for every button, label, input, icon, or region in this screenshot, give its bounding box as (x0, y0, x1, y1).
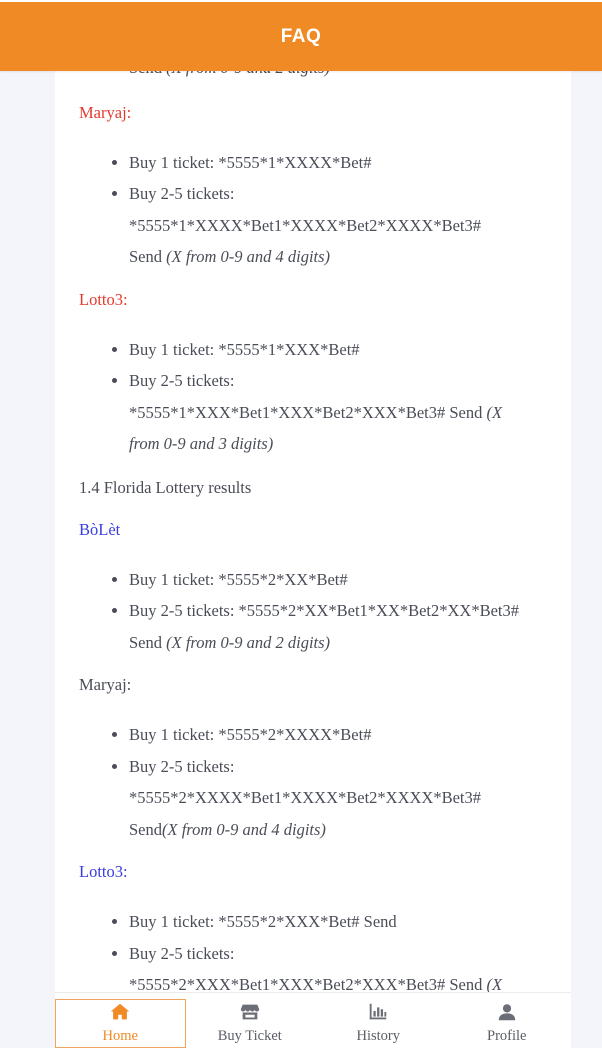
list-item: Buy 1 ticket: *5555*1*XXX*Bet# (79, 334, 549, 366)
faq-article: Send (X from 0-9 and 2 digits) Maryaj: B… (79, 55, 549, 1001)
tab-label: Profile (487, 1028, 527, 1044)
user-icon (498, 1004, 515, 1021)
heading-maryaj-haiti: Maryaj: (79, 102, 132, 122)
list-item-continuation: *5555*1*XXXX*Bet1*XXXX*Bet2*XXXX*Bet3# (129, 215, 481, 235)
list-item-continuation: *5555*1*XXX*Bet1*XXX*Bet2*XXX*Bet3# Send… (129, 402, 503, 422)
heading-lotto3-florida: Lotto3: (79, 862, 128, 881)
bar-chart-icon (370, 1003, 387, 1020)
maryaj-haiti-list: Buy 1 ticket: *5555*1*XXXX*Bet# Buy 2-5 … (79, 147, 549, 210)
tab-home[interactable]: Home (55, 999, 186, 1048)
list-item: Buy 2-5 tickets: *5555*2*XX*Bet1*XX*Bet2… (79, 595, 549, 627)
tab-profile[interactable]: Profile (443, 993, 572, 1048)
store-icon (240, 1004, 259, 1020)
faq-content[interactable]: Send (X from 0-9 and 2 digits) Maryaj: B… (55, 0, 571, 1047)
tab-label: Buy Ticket (217, 1028, 282, 1044)
list-item-continuation: from 0-9 and 3 digits) (129, 434, 274, 453)
list-item: Buy 2-5 tickets: (79, 365, 549, 397)
app-header: FAQ (0, 0, 602, 71)
list-item-continuation: Send (X from 0-9 and 2 digits) (129, 632, 331, 652)
heading-maryaj-florida: Maryaj: (79, 675, 132, 694)
list-item: Buy 2-5 tickets: (79, 751, 549, 783)
list-item: Buy 1 ticket: *5555*1*XXXX*Bet# (79, 147, 549, 179)
lotto3-haiti-list: Buy 1 ticket: *5555*1*XXX*Bet# Buy 2-5 t… (79, 334, 549, 397)
bottom-tab-bar: Home Buy Ticket History Profile (55, 992, 571, 1048)
lotto3-florida-list: Buy 1 ticket: *5555*2*XXX*Bet# Send Buy … (79, 906, 549, 969)
page-title: FAQ (280, 25, 322, 47)
list-item-continuation: Send (X from 0-9 and 4 digits) (129, 247, 331, 266)
list-item: Buy 1 ticket: *5555*2*XXXX*Bet# (79, 719, 549, 751)
list-item-continuation: Send(X from 0-9 and 4 digits) (129, 819, 326, 839)
list-item: Buy 2-5 tickets: (79, 178, 549, 210)
tab-label: Home (102, 1028, 138, 1044)
tab-buy-ticket[interactable]: Buy Ticket (186, 993, 315, 1048)
maryaj-florida-list: Buy 1 ticket: *5555*2*XXXX*Bet# Buy 2-5 … (79, 719, 549, 782)
home-icon (111, 1003, 130, 1020)
list-item: Buy 1 ticket: *5555*2*XXX*Bet# Send (79, 906, 549, 938)
list-item: Buy 1 ticket: *5555*2*XX*Bet# (79, 564, 549, 596)
list-item-continuation: *5555*2*XXXX*Bet1*XXXX*Bet2*XXXX*Bet3# (129, 788, 481, 807)
heading-bolet-florida: BòLèt (79, 519, 121, 539)
heading-lotto3-haiti: Lotto3: (79, 289, 128, 309)
section-title-florida: 1.4 Florida Lottery results (79, 477, 252, 497)
tab-label: History (356, 1028, 401, 1044)
bolet-florida-list: Buy 1 ticket: *5555*2*XX*Bet# Buy 2-5 ti… (79, 564, 549, 627)
tab-history[interactable]: History (314, 993, 443, 1048)
list-item: Buy 2-5 tickets: (79, 938, 549, 970)
